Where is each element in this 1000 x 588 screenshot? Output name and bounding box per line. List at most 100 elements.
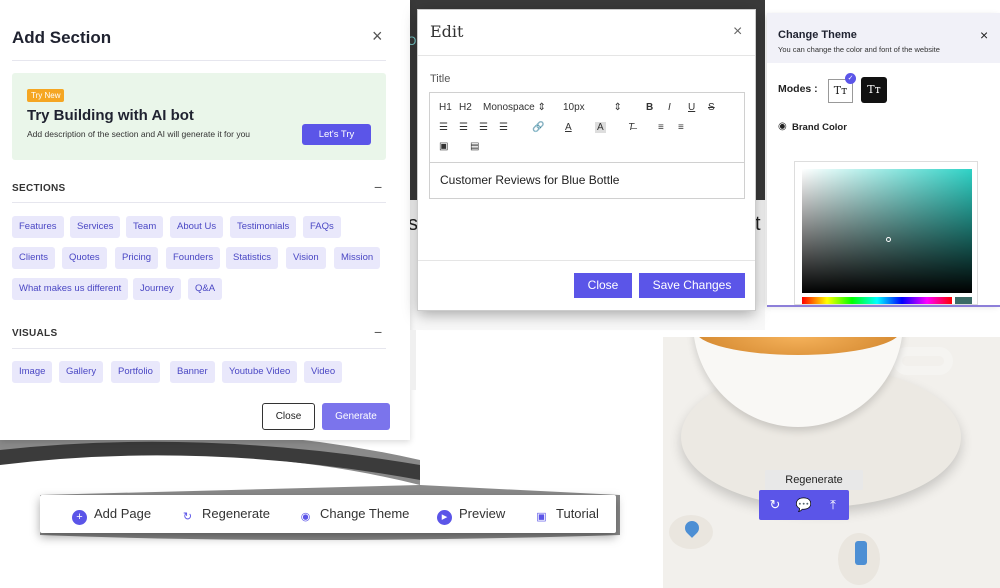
divider [12, 202, 386, 203]
chip-services[interactable]: Services [70, 216, 121, 238]
comment-icon[interactable]: 💬 [794, 495, 814, 515]
chip-team[interactable]: Team [126, 216, 164, 238]
font-size-select[interactable]: 10px ⇕ [563, 102, 622, 113]
tutorial-button[interactable]: ▣ Tutorial [534, 506, 599, 525]
divider [12, 348, 386, 349]
check-icon: ✓ [845, 73, 856, 84]
hue-slider[interactable] [802, 297, 952, 304]
upload-icon[interactable]: ⤒ [823, 495, 843, 515]
palette-icon: ◉ [300, 511, 311, 523]
color-picker-cursor[interactable] [886, 237, 891, 242]
text-color-icon[interactable]: A [565, 122, 572, 133]
add-section-panel: Add Section × Try New Try Building with … [0, 0, 410, 440]
font-size-value: 10px [563, 102, 585, 113]
chip-quotes[interactable]: Quotes [62, 247, 107, 269]
strikethrough-button[interactable]: S [708, 102, 715, 113]
align-center-icon[interactable]: ☰ [459, 122, 468, 133]
chip-video[interactable]: Video [304, 361, 343, 383]
align-left-icon[interactable]: ☰ [439, 122, 448, 133]
collapse-visuals-icon[interactable]: − [374, 324, 382, 340]
chip-about-us[interactable]: About Us [170, 216, 224, 238]
preview-button[interactable]: ▸ Preview [437, 506, 505, 525]
close-button[interactable]: Close [574, 273, 632, 298]
regenerate-button[interactable]: ↻ Regenerate [180, 506, 270, 525]
italic-button[interactable]: I [668, 102, 671, 113]
scrollbar[interactable] [410, 330, 416, 390]
chip-clients[interactable]: Clients [12, 247, 56, 269]
font-family-value: Monospace [483, 102, 535, 113]
underline-button[interactable]: U [688, 102, 695, 113]
image-icon[interactable]: ▣ [439, 141, 448, 152]
sections-heading: SECTIONS [12, 183, 66, 194]
bullet-list-icon[interactable]: ≡ [678, 122, 684, 133]
add-page-button[interactable]: + Add Page [72, 506, 151, 525]
video-icon[interactable]: ▤ [470, 141, 479, 152]
chip-q-and-a[interactable]: Q&A [188, 278, 223, 300]
play-icon: ▸ [437, 510, 452, 525]
close-icon[interactable]: × [980, 27, 988, 43]
save-changes-button[interactable]: Save Changes [639, 273, 745, 298]
font-family-select[interactable]: Monospace ⇕ [483, 102, 546, 113]
panel-subtitle: You can change the color and font of the… [778, 45, 940, 54]
composite-screenshot: ON s t Add Section × Try New Try Buildin… [0, 0, 1000, 588]
link-icon[interactable]: 🔗 [532, 122, 544, 133]
visuals-heading: VISUALS [12, 328, 58, 339]
generate-button[interactable]: Generate [322, 403, 390, 430]
select-arrow-icon: ⇕ [537, 102, 546, 113]
chip-founders[interactable]: Founders [166, 247, 221, 269]
chip-youtube-video[interactable]: Youtube Video [222, 361, 298, 383]
chip-what-makes-us-different[interactable]: What makes us different [12, 278, 129, 300]
chip-testimonials[interactable]: Testimonials [230, 216, 297, 238]
bottom-toolbar: + Add Page ↻ Regenerate ◉ Change Theme ▸ Pre… [40, 495, 616, 533]
close-icon[interactable]: × [372, 26, 383, 47]
change-theme-button[interactable]: ◉ Change Theme [298, 506, 410, 525]
align-justify-icon[interactable]: ☰ [499, 122, 508, 133]
chip-pricing[interactable]: Pricing [115, 247, 159, 269]
saturation-value-area[interactable] [802, 169, 972, 293]
color-picker [794, 161, 978, 305]
chip-journey[interactable]: Journey [133, 278, 181, 300]
modal-title: Edit [430, 22, 464, 41]
tutorial-label: Tutorial [556, 506, 599, 521]
editor-content[interactable]: Customer Reviews for Blue Bottle [440, 173, 619, 187]
clear-format-icon[interactable]: T̶ [628, 122, 634, 133]
chip-faqs[interactable]: FAQs [303, 216, 341, 238]
chip-vision[interactable]: Vision [286, 247, 326, 269]
plus-icon: + [72, 510, 87, 525]
ordered-list-icon[interactable]: ≡ [658, 122, 664, 133]
coffee-photo [663, 337, 1000, 588]
selected-color-swatch [955, 297, 972, 304]
change-theme-label: Change Theme [320, 506, 410, 521]
ai-promo-heading: Try Building with AI bot [27, 107, 194, 124]
chip-mission[interactable]: Mission [334, 247, 381, 269]
heading-1-button[interactable]: H1 [439, 102, 452, 113]
dark-mode-button[interactable]: Tт [861, 77, 887, 103]
modes-label: Modes : [778, 83, 818, 95]
divider [767, 305, 1000, 307]
align-right-icon[interactable]: ☰ [479, 122, 488, 133]
preview-label: Preview [459, 506, 506, 521]
tutorial-icon: ▣ [536, 511, 547, 523]
lets-try-button[interactable]: Let's Try [302, 124, 371, 145]
bold-button[interactable]: B [646, 102, 653, 113]
chip-gallery[interactable]: Gallery [59, 361, 104, 383]
title-field-label: Title [430, 73, 451, 85]
rich-text-editor: H1 H2 Monospace ⇕ 10px ⇕ B I U S ☰ ☰ ☰ ☰… [429, 92, 745, 199]
close-icon[interactable]: × [733, 23, 742, 41]
chip-banner[interactable]: Banner [170, 361, 215, 383]
brand-color-label: Brand Color [792, 122, 847, 133]
ai-promo-description: Add description of the section and AI wi… [27, 129, 251, 139]
refresh-icon: ↻ [182, 511, 193, 523]
close-button[interactable]: Close [262, 403, 315, 430]
heading-2-button[interactable]: H2 [459, 102, 472, 113]
regenerate-icon[interactable]: ↻ [765, 495, 785, 515]
chip-features[interactable]: Features [12, 216, 64, 238]
chip-image[interactable]: Image [12, 361, 53, 383]
chip-statistics[interactable]: Statistics [226, 247, 279, 269]
image-action-bar: ↻ 💬 ⤒ [759, 490, 849, 520]
cup-handle-image [893, 347, 953, 375]
regenerate-label: Regenerate [202, 506, 270, 521]
background-color-icon[interactable]: A [595, 122, 606, 133]
collapse-sections-icon[interactable]: − [374, 179, 382, 195]
chip-portfolio[interactable]: Portfolio [111, 361, 160, 383]
